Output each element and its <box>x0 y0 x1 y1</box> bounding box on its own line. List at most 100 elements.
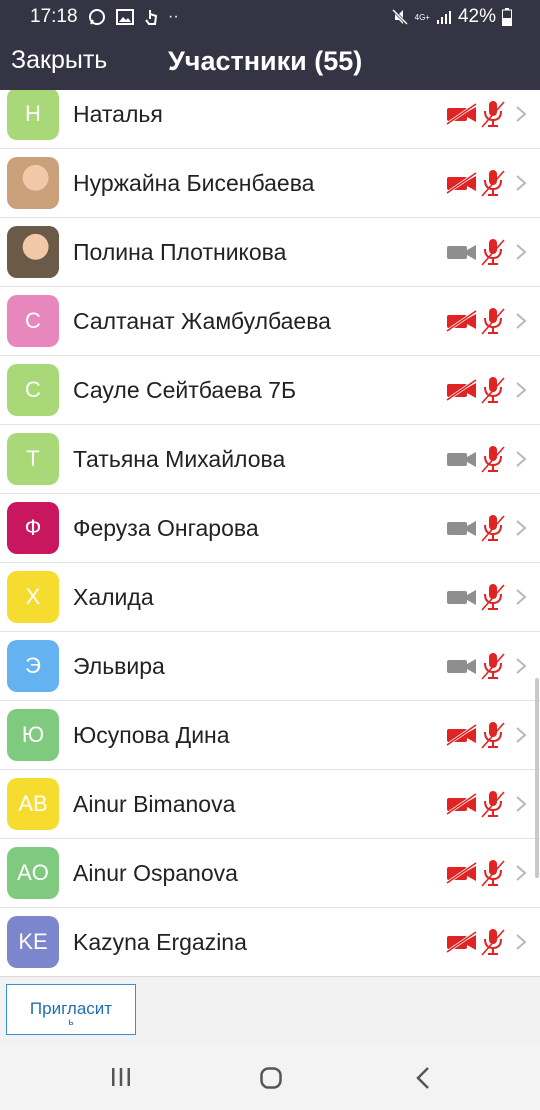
participant-name: Полина Плотникова <box>73 239 287 265</box>
invite-button-label: Пригласит <box>29 999 113 1018</box>
participant-name: Салтанат Жамбулбаева <box>73 308 331 334</box>
participant-row[interactable]: Полина Плотникова <box>0 218 540 287</box>
participants-list[interactable]: Н Наталья Нуржайна Бисенбаева Полина Плотни… <box>0 90 540 976</box>
avatar-initials: С <box>25 377 41 402</box>
avatar <box>7 157 59 209</box>
chevron-right-icon[interactable] <box>514 242 528 262</box>
participant-row[interactable]: Ф Феруза Онгарова <box>0 494 540 563</box>
video-off-icon <box>445 861 479 885</box>
avatar-initials: С <box>25 308 41 333</box>
participant-row[interactable]: Э Эльвира <box>0 632 540 701</box>
participant-row[interactable]: AB Ainur Bimanova <box>0 770 540 839</box>
participant-row[interactable]: Ю Юсупова Дина <box>0 701 540 770</box>
chevron-right-icon[interactable] <box>514 794 528 814</box>
avatar: Т <box>7 433 59 485</box>
avatar <box>7 226 59 278</box>
mic-off-icon <box>480 168 506 198</box>
avatar: С <box>7 364 59 416</box>
mic-off-icon <box>480 99 506 129</box>
chevron-right-icon[interactable] <box>514 656 528 676</box>
status-notification-icons: ·· <box>88 6 179 28</box>
video-off-icon <box>445 102 479 126</box>
gallery-icon <box>116 9 134 25</box>
mic-off-icon <box>480 237 506 267</box>
avatar: Н <box>7 90 59 140</box>
participant-name: Сауле Сейтбаева 7Б <box>73 377 297 403</box>
mic-off-icon <box>480 651 506 681</box>
video-off-icon <box>445 171 479 195</box>
whatsapp-icon <box>89 9 105 25</box>
avatar: Ф <box>7 502 59 554</box>
participants-header: Закрыть Участники (55) <box>0 34 540 90</box>
avatar: KE <box>7 916 59 968</box>
chevron-right-icon[interactable] <box>514 518 528 538</box>
home-icon[interactable] <box>259 1066 283 1090</box>
video-off-icon <box>445 309 479 333</box>
invite-button[interactable]: Пригласит ь <box>6 984 136 1035</box>
mic-off-icon <box>480 789 506 819</box>
battery-icon <box>502 8 512 26</box>
chevron-right-icon[interactable] <box>514 311 528 331</box>
invite-button-label-cut: ь <box>68 1017 74 1028</box>
participant-name: Нуржайна Бисенбаева <box>73 170 315 196</box>
avatar: AO <box>7 847 59 899</box>
avatar-initials: KE <box>18 929 48 954</box>
chevron-right-icon[interactable] <box>514 449 528 469</box>
network-type: 4G+ <box>414 12 430 22</box>
chevron-right-icon[interactable] <box>514 725 528 745</box>
participant-row[interactable]: С Салтанат Жамбулбаева <box>0 287 540 356</box>
chevron-right-icon[interactable] <box>514 863 528 883</box>
chevron-right-icon[interactable] <box>514 104 528 124</box>
avatar: Э <box>7 640 59 692</box>
participant-name: Наталья <box>73 101 163 127</box>
mic-off-icon <box>480 582 506 612</box>
chevron-right-icon[interactable] <box>514 380 528 400</box>
participant-name: Kazyna Ergazina <box>73 929 247 955</box>
participant-row[interactable]: Х Халида <box>0 563 540 632</box>
participant-row[interactable]: KE Kazyna Ergazina <box>0 908 540 976</box>
video-off-icon <box>445 930 479 954</box>
video-off-icon <box>445 723 479 747</box>
video-icon <box>445 654 479 678</box>
more-notifications-icon: ·· <box>168 8 179 25</box>
bottom-action-bar: Пригласит ь <box>0 976 540 1047</box>
chevron-right-icon[interactable] <box>514 932 528 952</box>
participant-name: Ainur Bimanova <box>73 791 236 817</box>
status-time: 17:18 <box>30 6 78 27</box>
mic-off-icon <box>480 927 506 957</box>
mic-off-icon <box>480 375 506 405</box>
avatar-initials: Т <box>26 446 40 471</box>
video-icon <box>445 240 479 264</box>
chevron-right-icon[interactable] <box>514 587 528 607</box>
status-system-icons: 4G+ 42% <box>391 6 512 28</box>
participant-row[interactable]: AO Ainur Ospanova <box>0 839 540 908</box>
participant-name: Эльвира <box>73 653 165 679</box>
video-off-icon <box>445 378 479 402</box>
avatar: С <box>7 295 59 347</box>
video-icon <box>445 585 479 609</box>
participant-name: Феруза Онгарова <box>73 515 259 541</box>
participant-row[interactable]: Н Наталья <box>0 90 540 149</box>
scrollbar[interactable] <box>535 678 539 878</box>
touch-icon <box>145 10 158 25</box>
participant-name: Юсупова Дина <box>73 722 230 748</box>
mute-icon <box>391 8 408 26</box>
participant-row[interactable]: Т Татьяна Михайлова <box>0 425 540 494</box>
avatar: AB <box>7 778 59 830</box>
back-icon[interactable] <box>414 1066 432 1090</box>
close-button[interactable]: Закрыть <box>11 46 107 75</box>
mic-off-icon <box>480 444 506 474</box>
avatar-initials: Ф <box>24 515 42 540</box>
avatar-initials: Ю <box>21 722 45 747</box>
video-off-icon <box>445 792 479 816</box>
participant-name: Татьяна Михайлова <box>73 446 286 472</box>
video-icon <box>445 516 479 540</box>
avatar: Х <box>7 571 59 623</box>
status-bar: 17:18 ·· 4G+ 42% <box>0 0 540 34</box>
participant-row[interactable]: С Сауле Сейтбаева 7Б <box>0 356 540 425</box>
page-title: Участники (55) <box>168 46 363 76</box>
participant-row[interactable]: Нуржайна Бисенбаева <box>0 149 540 218</box>
chevron-right-icon[interactable] <box>514 173 528 193</box>
signal-icon <box>436 11 451 24</box>
recent-apps-icon[interactable] <box>110 1066 132 1088</box>
